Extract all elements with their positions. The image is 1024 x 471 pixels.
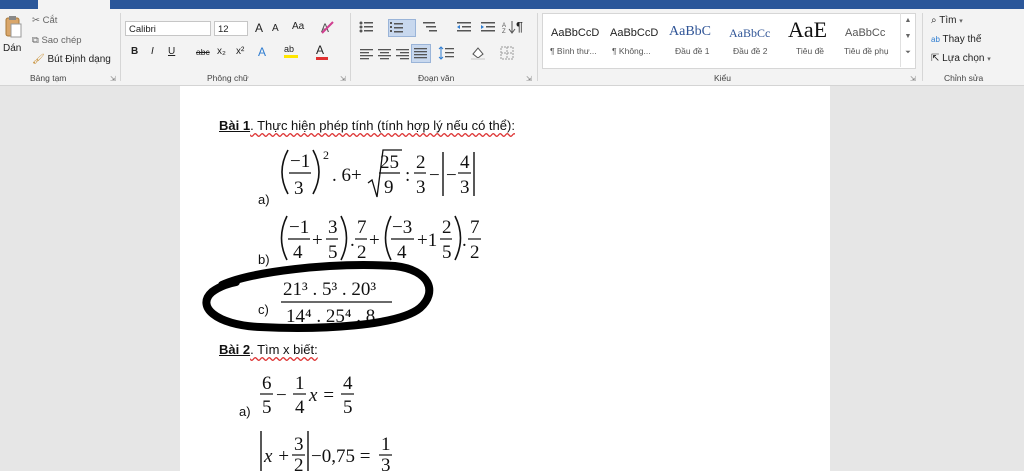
right-paren xyxy=(312,149,320,195)
b-plus-one: +1 xyxy=(417,230,437,251)
b-plus-2: + xyxy=(369,230,380,251)
expression-b: −1 4 + 3 5 . 7 2 + −3 4 +1 2 5 . 7 2 xyxy=(280,215,481,263)
b-numerator-4: −3 xyxy=(392,217,412,238)
c-numerator: 21³ . 5³ . 20³ xyxy=(283,279,376,300)
b-denominator-1: 4 xyxy=(293,242,303,263)
b-numerator-2: 3 xyxy=(328,217,338,238)
b-denominator-6: 2 xyxy=(470,242,480,263)
x1-denominator-1: 5 xyxy=(262,397,272,418)
x1-minus: − xyxy=(276,385,287,406)
expression-c: 21³ . 5³ . 20³ 14⁴ . 25⁴ . 8 xyxy=(202,261,434,332)
a-root-numerator: 25 xyxy=(380,152,399,173)
equation-x2: x + 3 2 −0,75 = 1 3 xyxy=(260,431,392,471)
right-paren xyxy=(454,215,462,261)
b-numerator-1: −1 xyxy=(289,217,309,238)
x2-denominator-1: 2 xyxy=(294,455,304,471)
a-denominator-3: 3 xyxy=(460,177,470,198)
a-numerator-1: −1 xyxy=(290,151,310,172)
b-denominator-3: 2 xyxy=(357,242,367,263)
x2-numerator-1: 3 xyxy=(294,434,304,455)
math-formulas: −1 3 2 . 6+ 25 9 : 2 3 − − 4 3 −1 4 + 3 … xyxy=(202,148,481,471)
expression-a: −1 3 2 . 6+ 25 9 : 2 3 − − 4 3 xyxy=(281,148,475,199)
b-numerator-3: 7 xyxy=(357,217,367,238)
left-paren xyxy=(281,149,289,195)
right-paren xyxy=(340,215,348,261)
x1-numerator-2: 1 xyxy=(295,373,305,394)
b-dot-2: . xyxy=(462,230,467,251)
b-numerator-5: 2 xyxy=(442,217,452,238)
x2-numerator-2: 1 xyxy=(381,434,391,455)
b-numerator-6: 7 xyxy=(470,217,480,238)
b-denominator-5: 5 xyxy=(442,242,452,263)
a-denominator-1: 3 xyxy=(294,178,304,199)
x2-variable: x + xyxy=(263,446,290,467)
a-negative: − xyxy=(446,165,457,186)
equation-x1: 6 5 − 1 4 x = 4 5 xyxy=(260,373,354,418)
x2-rest: −0,75 = xyxy=(311,446,370,467)
x2-denominator-2: 3 xyxy=(381,455,391,471)
b-denominator-2: 5 xyxy=(328,242,338,263)
a-numerator-2: 2 xyxy=(416,152,426,173)
b-denominator-4: 4 xyxy=(397,242,407,263)
a-exponent: 2 xyxy=(323,148,329,162)
b-dot-1: . xyxy=(350,230,355,251)
x1-denominator-2: 4 xyxy=(295,397,305,418)
left-paren xyxy=(384,215,392,261)
x1-numerator-3: 4 xyxy=(343,373,353,394)
x1-numerator-1: 6 xyxy=(262,373,272,394)
a-times-six: . 6+ xyxy=(332,165,362,186)
b-plus-1: + xyxy=(312,230,323,251)
x1-denominator-3: 5 xyxy=(343,397,353,418)
a-root-denominator: 9 xyxy=(384,177,394,198)
a-numerator-3: 4 xyxy=(460,152,470,173)
a-minus: − xyxy=(429,165,440,186)
a-denominator-2: 3 xyxy=(416,177,426,198)
a-colon: : xyxy=(405,165,410,186)
left-paren xyxy=(280,215,288,261)
x1-variable: x = xyxy=(308,385,335,406)
